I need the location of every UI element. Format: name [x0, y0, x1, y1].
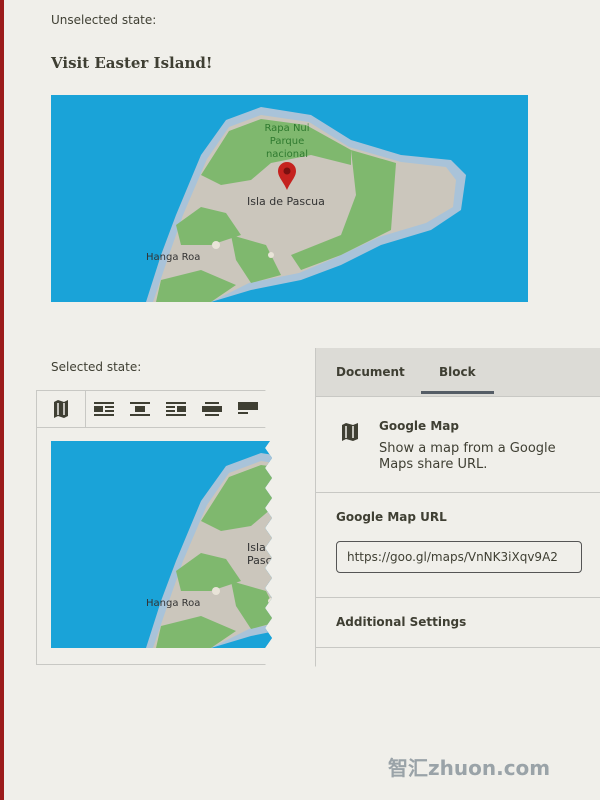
- park-line: Rapa Nui: [264, 123, 310, 134]
- city-label: Hanga Roa: [146, 598, 201, 609]
- align-full-icon[interactable]: [230, 391, 266, 427]
- park-label: Rapa Nui Parque nacional: [257, 122, 317, 161]
- align-center-icon[interactable]: [122, 391, 158, 427]
- block-title: Visit Easter Island!: [51, 54, 213, 72]
- url-section: Google Map URL https://goo.gl/maps/VnNK3…: [316, 493, 600, 598]
- block-info: Google Map Show a map from a Google Maps…: [316, 397, 600, 493]
- tab-document[interactable]: Document: [336, 365, 405, 379]
- unselected-label: Unselected state:: [51, 13, 157, 27]
- settings-sidebar: Document Block Google Map Show a map fro…: [315, 348, 600, 680]
- selected-label: Selected state:: [51, 360, 142, 374]
- url-label: Google Map URL: [336, 510, 447, 524]
- additional-settings-toggle[interactable]: Additional Settings: [316, 598, 600, 648]
- watermark: 智汇zhuon.com: [388, 756, 551, 780]
- town-label: Isla de Pascua: [247, 195, 325, 208]
- town-label: Isla de Pascua: [247, 541, 281, 567]
- tab-block[interactable]: Block: [421, 365, 494, 394]
- additional-settings-label: Additional Settings: [336, 615, 467, 629]
- google-map-selected[interactable]: Isla de Pascua Hanga Roa: [51, 441, 281, 648]
- selected-map-block[interactable]: Isla de Pascua Hanga Roa: [36, 390, 272, 665]
- city-label: Hanga Roa: [146, 252, 201, 263]
- map-icon: [342, 423, 358, 441]
- block-name: Google Map: [379, 419, 459, 433]
- map-pin-icon[interactable]: [277, 161, 297, 191]
- align-left-icon[interactable]: [86, 391, 122, 427]
- map-url-input[interactable]: https://goo.gl/maps/VnNK3iXqv9A2: [336, 541, 582, 573]
- sidebar-tabs: Document Block: [316, 348, 600, 397]
- align-right-icon[interactable]: [158, 391, 194, 427]
- google-map-unselected[interactable]: Rapa Nui Parque nacional Isla de Pascua …: [51, 95, 528, 302]
- block-description: Show a map from a Google Maps share URL.: [379, 441, 556, 472]
- align-wide-icon[interactable]: [194, 391, 230, 427]
- left-accent-bar: [0, 0, 4, 800]
- park-line: Parque: [269, 136, 305, 147]
- block-toolbar: [37, 391, 272, 428]
- park-line: nacional: [265, 149, 309, 160]
- map-icon[interactable]: [37, 391, 86, 427]
